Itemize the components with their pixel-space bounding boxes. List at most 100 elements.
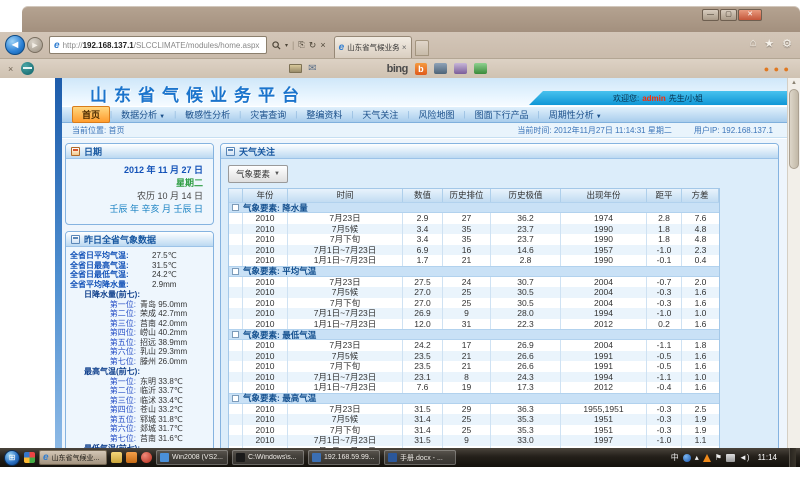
explorer-icon[interactable] (111, 452, 122, 463)
table-group-row[interactable]: 气象要素: 最高气温 (229, 393, 719, 404)
nav-item-0[interactable]: 首页 (72, 106, 110, 123)
table-cell: 1月1日~7月23日 (288, 255, 403, 266)
table-cell: 35 (443, 224, 491, 235)
rank-item: 第六位:郯城 31.7℃ (70, 424, 210, 434)
table-cell: -0.7 (647, 277, 682, 288)
display-icon[interactable] (726, 454, 735, 462)
table-group-row[interactable]: 气象要素: 最低气温 (229, 329, 719, 340)
table-cell: 1957 (561, 245, 647, 256)
nav-item-7[interactable]: 图面下行产品 (466, 107, 538, 122)
nav-item-8[interactable]: 周期性分析▼ (540, 107, 611, 122)
taskbar-ie-task[interactable]: e 山东省气候业... (39, 450, 107, 465)
table-row: 20107月23日24.21726.92004-1.11.8 (229, 340, 719, 351)
table-cell (229, 298, 243, 309)
network-globe-icon[interactable] (683, 454, 691, 462)
gear-icon[interactable]: ⚙ (782, 37, 792, 50)
tray-expand-icon[interactable]: ▴ (695, 453, 699, 462)
taskbar-task-2[interactable]: 192.168.59.99... (308, 450, 380, 465)
bing-icon[interactable]: b (415, 63, 427, 75)
volume-icon[interactable]: ◄) (739, 453, 750, 462)
weather-stat: 全省日最低气温:24.2℃ (70, 270, 210, 280)
bing-logo[interactable]: bing (387, 63, 408, 75)
compat-view-icon[interactable]: ⎘ (298, 40, 304, 50)
table-cell: 21 (443, 361, 491, 372)
table-cell: 30.5 (491, 298, 561, 309)
flame-icon[interactable] (703, 454, 711, 462)
sidebar: 日期 2012 年 11 月 27 日 星期二 农历 10 月 14 日 壬辰 … (62, 139, 216, 448)
table-cell: 1955,1951 (561, 404, 647, 415)
rank-item: 第七位:莒南 31.6℃ (70, 434, 210, 444)
refresh-icon[interactable]: ↻ (309, 40, 317, 51)
table-cell: 1.9 (682, 414, 719, 425)
webcam-icon[interactable] (434, 63, 447, 74)
forward-button[interactable]: ► (27, 37, 43, 53)
toolbar-close-icon[interactable]: × (8, 64, 13, 74)
table-row: 20107月5候23.52126.61991-0.51.6 (229, 351, 719, 362)
pinned-app-icon[interactable] (126, 452, 137, 463)
table-cell: 3.4 (403, 234, 443, 245)
tab-close-icon[interactable]: × (402, 43, 407, 52)
nav-item-3[interactable]: 灾害查询 (241, 107, 295, 122)
nav-item-5[interactable]: 天气关注 (353, 107, 407, 122)
table-cell (229, 224, 243, 235)
mail-icon[interactable]: ✉ (308, 63, 316, 74)
launcher-icon[interactable] (24, 452, 35, 463)
back-button[interactable]: ◄ (5, 35, 25, 55)
start-button[interactable]: ⊞ (4, 450, 20, 466)
table-cell (229, 277, 243, 288)
taskbar-task-1[interactable]: C:\Windows\s... (232, 450, 304, 465)
collapse-toggle-icon[interactable] (232, 395, 239, 402)
scrollbar-thumb[interactable] (789, 89, 799, 169)
nav-item-2[interactable]: 敏感性分析 (176, 107, 239, 122)
minimize-button[interactable]: — (702, 9, 719, 21)
highlighter-icon[interactable] (454, 63, 467, 74)
input-method-indicator[interactable]: 中 (671, 452, 679, 463)
toolbar-overflow-icon[interactable]: ● ● ● (764, 64, 790, 74)
taskbar-task-3[interactable]: 手册.docx - ... (384, 450, 456, 465)
vertical-scrollbar[interactable]: ▲ (787, 78, 800, 448)
table-cell: 7月5候 (288, 224, 403, 235)
close-button[interactable]: ✕ (738, 9, 762, 21)
collapse-toggle-icon[interactable] (232, 268, 239, 275)
weather-stat: 全省平均降水量:2.9mm (70, 280, 210, 290)
home-icon[interactable]: ⌂ (750, 37, 757, 50)
maximize-button[interactable]: ▢ (720, 9, 737, 21)
table-cell: -1.0 (647, 435, 682, 446)
card-icon[interactable] (289, 64, 302, 73)
tab-title: 山东省气候业务平... (347, 42, 399, 53)
table-group-row[interactable]: 气象要素: 降水量 (229, 202, 719, 213)
taskbar-task-0[interactable]: Win2008 (VS2... (156, 450, 228, 465)
scroll-up-icon[interactable]: ▲ (788, 78, 800, 88)
nav-item-6[interactable]: 风险地图 (410, 107, 464, 122)
browser-tab[interactable]: e 山东省气候业务平... × (334, 36, 412, 58)
nav-item-1[interactable]: 数据分析▼ (112, 107, 174, 122)
collapse-toggle-icon[interactable] (232, 204, 239, 211)
addon-icon[interactable] (474, 63, 487, 74)
new-tab-button[interactable] (415, 40, 429, 56)
taskbar-clock[interactable]: 11:14 (758, 453, 777, 462)
favorites-star-icon[interactable]: ★ (764, 37, 774, 50)
blocker-logo-icon[interactable] (21, 62, 34, 75)
taskbar: ⊞ e 山东省气候业... Win2008 (VS2... C:\Windows\… (0, 448, 800, 467)
flag-icon[interactable]: ⚑ (715, 453, 722, 462)
user-ip-label: 用户IP: 192.168.137.1 (694, 125, 773, 136)
rank-item: 第五位:郓城 31.8℃ (70, 415, 210, 425)
show-desktop-button[interactable] (789, 448, 796, 467)
search-dropdown-icon[interactable]: ▾ (285, 42, 288, 49)
table-cell: 36.3 (491, 404, 561, 415)
rank-item: 第四位:苍山 33.2℃ (70, 405, 210, 415)
table-cell: -1.0 (647, 308, 682, 319)
nav-item-4[interactable]: 整编资料 (297, 107, 351, 122)
address-bar[interactable]: e http://192.168.137.1/SLCCLIMATE/module… (49, 36, 267, 54)
table-group-row[interactable]: 气象要素: 平均气温 (229, 266, 719, 277)
media-player-icon[interactable] (141, 452, 152, 463)
table-row: 20101月1日~7月23日7.61917.32012-0.41.6 (229, 382, 719, 393)
table-cell: 2010 (243, 319, 288, 330)
collapse-toggle-icon[interactable] (232, 331, 239, 338)
search-icon[interactable] (272, 41, 281, 50)
element-filter-button[interactable]: 气象要素 ▼ (228, 165, 288, 183)
table-cell: 7.6 (682, 213, 719, 224)
date-panel: 日期 2012 年 11 月 27 日 星期二 农历 10 月 14 日 壬辰 … (65, 143, 214, 225)
stop-icon[interactable]: × (320, 40, 325, 50)
ie-icon: e (54, 40, 60, 51)
